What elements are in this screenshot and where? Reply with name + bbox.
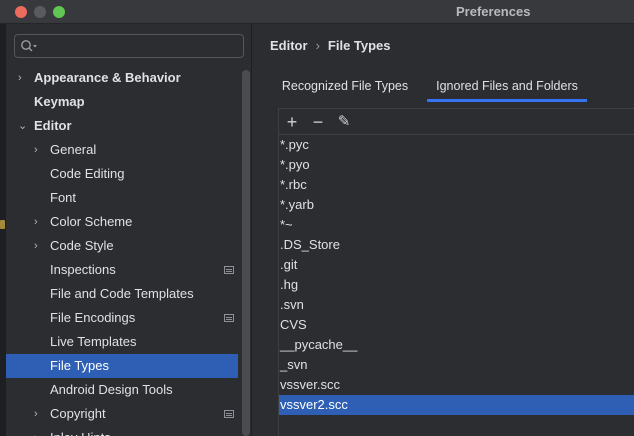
sidebar-item-label: File Encodings	[50, 310, 136, 325]
sidebar-item-font[interactable]: Font	[6, 186, 238, 210]
chevron-down-icon[interactable]: ⌄	[18, 114, 27, 138]
settings-tree: › Appearance & Behavior Keymap ⌄ Editor › Gene…	[6, 66, 238, 436]
settings-sidebar: › Appearance & Behavior Keymap ⌄ Editor › Gene…	[6, 24, 252, 436]
chevron-right-icon[interactable]: ›	[34, 402, 38, 426]
project-settings-icon	[224, 410, 234, 418]
file-types-panel: Editor › File Types Recognized File Types …	[253, 24, 634, 436]
sidebar-item-file-types[interactable]: File Types	[6, 354, 238, 378]
sidebar-item-color-scheme[interactable]: › Color Scheme	[6, 210, 238, 234]
search-icon	[21, 40, 37, 52]
list-item[interactable]: vssver.scc	[279, 375, 634, 395]
sidebar-item-code-style[interactable]: › Code Style	[6, 234, 238, 258]
list-item[interactable]: .git	[279, 255, 634, 275]
sidebar-item-label: File and Code Templates	[50, 286, 194, 301]
ignored-patterns-panel: + − ✎ *.pyc *.pyo *.rbc *.yarb *~ .DS_Store .g…	[278, 108, 634, 436]
sidebar-item-file-and-code-templates[interactable]: File and Code Templates	[6, 282, 238, 306]
list-item[interactable]: .hg	[279, 275, 634, 295]
sidebar-item-general[interactable]: › General	[6, 138, 238, 162]
tab-recognized-file-types[interactable]: Recognized File Types	[270, 74, 420, 102]
project-settings-icon	[224, 266, 234, 274]
plus-icon: +	[286, 112, 298, 132]
project-settings-icon	[224, 314, 234, 322]
list-item[interactable]: .svn	[279, 295, 634, 315]
patterns-toolbar: + − ✎	[279, 109, 634, 135]
sidebar-item-label: Live Templates	[50, 334, 137, 349]
list-item[interactable]: .DS_Store	[279, 235, 634, 255]
list-item[interactable]: *.pyo	[279, 155, 634, 175]
chevron-right-icon[interactable]: ›	[34, 210, 38, 234]
sidebar-item-label: Inspections	[50, 262, 116, 277]
chevron-right-icon[interactable]: ›	[34, 234, 38, 258]
sidebar-item-keymap[interactable]: Keymap	[6, 90, 238, 114]
window-title: Preferences	[456, 4, 531, 19]
list-item[interactable]: _svn	[279, 355, 634, 375]
breadcrumb: Editor › File Types	[270, 38, 391, 53]
add-pattern-button[interactable]: +	[281, 111, 303, 133]
sidebar-item-appearance-behavior[interactable]: › Appearance & Behavior	[6, 66, 238, 90]
sidebar-item-label: Copyright	[50, 406, 106, 421]
sidebar-item-label: Code Style	[50, 238, 114, 253]
list-item[interactable]: __pycache__	[279, 335, 634, 355]
chevron-right-icon[interactable]: ›	[34, 426, 38, 436]
close-window-button[interactable]	[15, 6, 27, 18]
list-item[interactable]: *.rbc	[279, 175, 634, 195]
edit-pattern-button[interactable]: ✎	[333, 111, 355, 133]
sidebar-scrollbar[interactable]	[242, 70, 250, 436]
sidebar-item-android-design-tools[interactable]: Android Design Tools	[6, 378, 238, 402]
title-bar: Preferences	[0, 0, 634, 24]
remove-pattern-button[interactable]: −	[307, 111, 329, 133]
sidebar-item-inspections[interactable]: Inspections	[6, 258, 238, 282]
tab-ignored-files-and-folders[interactable]: Ignored Files and Folders	[427, 74, 587, 102]
list-item[interactable]: *~	[279, 215, 634, 235]
list-item[interactable]: *.pyc	[279, 135, 634, 155]
chevron-right-icon[interactable]: ›	[34, 138, 38, 162]
sidebar-item-label: Color Scheme	[50, 214, 133, 229]
sidebar-item-label: Font	[50, 190, 77, 205]
settings-search-input[interactable]	[14, 34, 244, 58]
list-item[interactable]: *.yarb	[279, 195, 634, 215]
scrollbar-thumb[interactable]	[242, 70, 250, 436]
sidebar-item-copyright[interactable]: › Copyright	[6, 402, 238, 426]
chevron-right-icon[interactable]: ›	[18, 66, 22, 90]
sidebar-item-inlay-hints[interactable]: › Inlay Hints	[6, 426, 238, 436]
breadcrumb-separator: ›	[315, 38, 320, 53]
breadcrumb-current: File Types	[327, 38, 391, 53]
minus-icon: −	[312, 112, 324, 132]
sidebar-item-live-templates[interactable]: Live Templates	[6, 330, 238, 354]
gutter-marker	[0, 220, 5, 229]
tab-bar: Recognized File Types Ignored Files and …	[270, 74, 634, 102]
pencil-icon: ✎	[337, 113, 351, 130]
sidebar-item-file-encodings[interactable]: File Encodings	[6, 306, 238, 330]
ignored-patterns-list: *.pyc *.pyo *.rbc *.yarb *~ .DS_Store .git .hg.…	[279, 135, 634, 415]
sidebar-item-label: Keymap	[34, 94, 85, 109]
sidebar-item-label: Code Editing	[50, 166, 125, 181]
list-item[interactable]: vssver2.scc	[279, 395, 634, 415]
sidebar-item-label: Editor	[34, 118, 72, 133]
maximize-window-button[interactable]	[53, 6, 65, 18]
sidebar-item-editor[interactable]: ⌄ Editor	[6, 114, 238, 138]
sidebar-item-label: General	[50, 142, 97, 157]
minimize-window-button[interactable]	[34, 6, 46, 18]
sidebar-item-label: File Types	[50, 358, 110, 373]
sidebar-item-label: Appearance & Behavior	[34, 70, 181, 85]
sidebar-item-label: Inlay Hints	[50, 426, 111, 436]
sidebar-item-label: Android Design Tools	[50, 382, 173, 397]
list-item[interactable]: CVS	[279, 315, 634, 335]
sidebar-item-code-editing[interactable]: Code Editing	[6, 162, 238, 186]
breadcrumb-parent[interactable]: Editor	[270, 38, 308, 53]
